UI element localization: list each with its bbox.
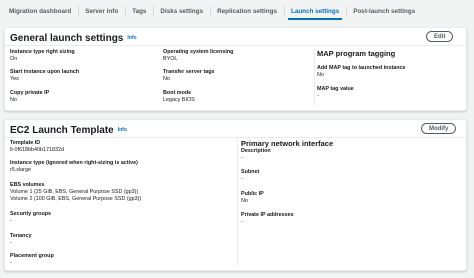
field-right-sizing: Instance type right sizing On xyxy=(10,49,75,63)
field-label: Description xyxy=(241,148,271,154)
field-value: No xyxy=(163,76,170,82)
field-boot-mode: Boot mode Legacy BIOS xyxy=(163,90,195,104)
field-security-groups: Security groups - xyxy=(10,211,51,225)
field-description: Description - xyxy=(241,148,271,162)
field-private-ip-addresses: Private IP addresses - xyxy=(241,212,294,226)
field-template-id: Template ID lt-0f618bb40b171832d xyxy=(10,140,64,154)
field-label: Subnet xyxy=(241,169,260,175)
ebs-volume-2: Volume 2 (100 GiB, EBS, General Purpose … xyxy=(10,196,142,202)
field-value: Legacy BIOS xyxy=(163,97,195,103)
field-value: - xyxy=(241,176,243,182)
field-value: r5.xlarge xyxy=(10,167,31,173)
field-label: Template ID xyxy=(10,140,41,146)
field-value: No xyxy=(10,97,17,103)
field-value: - xyxy=(10,218,12,224)
modify-button[interactable]: Modify xyxy=(421,123,457,134)
panel-title: General launch settings xyxy=(10,33,124,44)
field-label: Add MAP tag to launched instance xyxy=(317,65,406,71)
field-label: EBS volumes xyxy=(10,182,45,188)
field-label: Public IP xyxy=(241,191,264,197)
field-value: Yes xyxy=(10,76,19,82)
field-label: Instance type right sizing xyxy=(10,49,75,55)
info-link[interactable]: Info xyxy=(127,35,136,41)
divider xyxy=(5,45,466,46)
field-value: No xyxy=(317,72,324,78)
divider xyxy=(5,137,466,138)
field-value: - xyxy=(10,260,12,266)
field-value: lt-0f618bb40b171832d xyxy=(10,147,64,153)
tab-tags[interactable]: Tags xyxy=(125,0,153,22)
ec2-launch-template-panel: EC2 Launch Template Info Modify Template … xyxy=(4,119,467,271)
field-value: - xyxy=(10,240,12,246)
tab-disks-settings[interactable]: Disks settings xyxy=(153,0,210,22)
field-transfer-tags: Transfer server tags No xyxy=(163,69,215,83)
field-ebs-volumes: EBS volumes Volume 1 (25 GiB, EBS, Gener… xyxy=(10,182,141,203)
field-label: Start instance upon launch xyxy=(10,69,80,75)
field-copy-private-ip: Copy private IP No xyxy=(10,90,49,104)
field-value: No xyxy=(241,198,248,204)
panel-title: EC2 Launch Template xyxy=(10,125,114,136)
edit-button[interactable]: Edit xyxy=(426,31,454,42)
tab-launch-settings[interactable]: Launch settings xyxy=(283,0,346,22)
tab-server-info[interactable]: Server info xyxy=(78,0,125,22)
field-label: Instance type (ignored when right-sizing… xyxy=(10,160,138,166)
field-subnet: Subnet - xyxy=(241,169,259,183)
column-divider xyxy=(314,49,315,107)
tab-migration-dashboard[interactable]: Migration dashboard xyxy=(2,0,78,22)
map-program-tagging-heading: MAP program tagging xyxy=(317,49,396,58)
field-label: Placement group xyxy=(10,253,54,259)
field-placement-group: Placement group - xyxy=(10,253,54,267)
field-value: - xyxy=(317,93,319,99)
field-label: Private IP addresses xyxy=(241,212,294,218)
tab-post-launch-settings[interactable]: Post-launch settings xyxy=(346,0,422,22)
field-map-tag-value: MAP tag value - xyxy=(317,86,354,100)
field-label: Operating system licensing xyxy=(163,49,234,55)
general-launch-settings-header: General launch settings Info xyxy=(10,33,137,44)
field-value: On xyxy=(10,56,18,62)
field-public-ip: Public IP No xyxy=(241,191,264,205)
tab-bar: Migration dashboard Server info Tags Dis… xyxy=(0,0,474,22)
tab-replication-settings[interactable]: Replication settings xyxy=(210,0,284,22)
primary-network-interface-heading: Primary network interface xyxy=(241,139,334,148)
field-label: Security groups xyxy=(10,211,52,217)
field-label: Boot mode xyxy=(163,90,192,96)
field-value: - xyxy=(241,155,243,161)
field-label: Tenancy xyxy=(10,233,32,239)
field-start-instance: Start instance upon launch Yes xyxy=(10,69,79,83)
field-label: Transfer server tags xyxy=(163,69,215,75)
general-launch-settings-panel: General launch settings Info Edit Instanc… xyxy=(4,27,467,111)
column-divider xyxy=(237,139,238,267)
field-add-map-tag: Add MAP tag to launched instance No xyxy=(317,65,406,79)
field-tenancy: Tenancy - xyxy=(10,233,31,247)
field-value: BYOL xyxy=(163,56,178,62)
field-label: Copy private IP xyxy=(10,90,50,96)
field-label: MAP tag value xyxy=(317,86,354,92)
field-instance-type: Instance type (ignored when right-sizing… xyxy=(10,160,138,174)
field-os-licensing: Operating system licensing BYOL xyxy=(163,49,233,63)
ebs-volume-1: Volume 1 (25 GiB, EBS, General Purpose S… xyxy=(10,189,139,195)
field-value: - xyxy=(241,219,243,225)
info-link[interactable]: Info xyxy=(118,127,127,133)
ec2-launch-template-header: EC2 Launch Template Info xyxy=(10,125,127,136)
